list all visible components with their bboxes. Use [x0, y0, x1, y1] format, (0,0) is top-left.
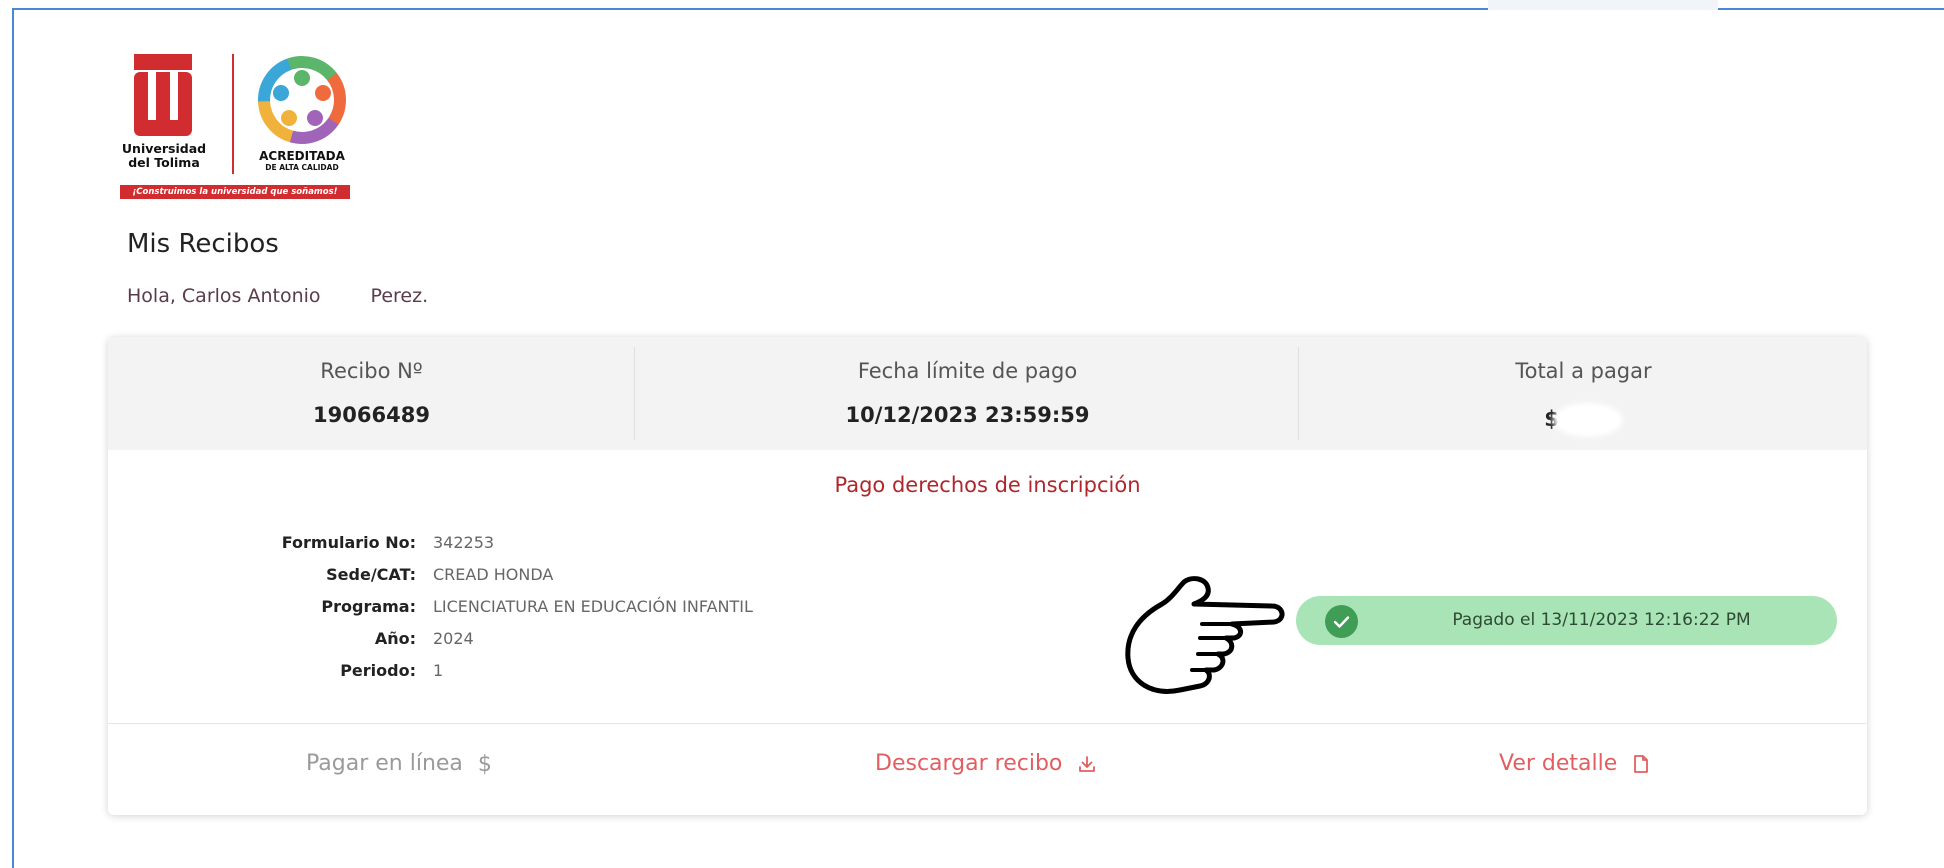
detail-label: Formulario No: — [281, 533, 416, 552]
logo-accreditation-text: ACREDITADA DE ALTA CALIDAD — [259, 149, 345, 173]
total-label: Total a pagar — [1515, 359, 1652, 383]
detail-row: Periodo: 1 — [258, 661, 858, 693]
logo-slogan: ¡Construimos la universidad que soñamos! — [120, 185, 350, 199]
logo-divider — [232, 54, 234, 174]
detail-value: CREAD HONDA — [433, 565, 554, 584]
pay-online-button[interactable]: Pagar en línea $ — [306, 751, 492, 777]
download-receipt-button[interactable]: Descargar recibo — [875, 751, 1097, 776]
paid-status-badge: Pagado el 13/11/2023 12:16:22 PM — [1296, 596, 1837, 645]
receipt-concept: Pago derechos de inscripción — [834, 473, 1141, 497]
receipt-card: Recibo Nº 19066489 Fecha límite de pago … — [108, 337, 1867, 815]
page-title: Mis Recibos — [127, 229, 279, 259]
document-icon — [1634, 755, 1649, 773]
redacted-amount — [1552, 403, 1623, 437]
detail-row: Programa: LICENCIATURA EN EDUCACIÓN INFA… — [258, 597, 858, 629]
detail-row: Sede/CAT: CREAD HONDA — [258, 565, 858, 597]
total-col: Total a pagar $ — [1300, 337, 1867, 450]
greeting: Hola, Carlos Antonio Perez. — [127, 285, 428, 307]
header-divider — [1298, 347, 1299, 440]
dollar-icon: $ — [477, 751, 492, 777]
detail-row: Año: 2024 — [258, 629, 858, 661]
view-detail-label: Ver detalle — [1499, 751, 1618, 776]
due-date-col: Fecha límite de pago 10/12/2023 23:59:59 — [635, 337, 1300, 450]
detail-label: Sede/CAT: — [326, 565, 416, 584]
top-tab — [1488, 0, 1718, 10]
download-label: Descargar recibo — [875, 751, 1063, 776]
greeting-first: Hola, Carlos Antonio — [127, 285, 321, 307]
receipt-number-label: Recibo Nº — [320, 359, 423, 383]
pointing-hand-icon — [1125, 576, 1285, 694]
receipt-number: 19066489 — [313, 403, 430, 427]
detail-label: Año: — [374, 629, 416, 648]
receipt-details: Formulario No: 342253 Sede/CAT: CREAD HO… — [258, 533, 858, 693]
paid-status-text: Pagado el 13/11/2023 12:16:22 PM — [1452, 610, 1751, 630]
accreditation-circle-icon — [258, 56, 347, 145]
pay-online-label: Pagar en línea — [306, 751, 463, 776]
footer-divider — [108, 723, 1867, 724]
logo-university-name: Universidad del Tolima — [121, 141, 207, 170]
detail-value: 2024 — [433, 629, 474, 648]
detail-row: Formulario No: 342253 — [258, 533, 858, 565]
due-date-label: Fecha límite de pago — [857, 359, 1078, 383]
view-detail-button[interactable]: Ver detalle — [1499, 751, 1650, 776]
detail-value: 342253 — [433, 533, 495, 552]
ut-emblem-icon — [134, 54, 192, 136]
receipt-number-col: Recibo Nº 19066489 — [108, 337, 635, 450]
greeting-last: Perez. — [370, 285, 429, 307]
total-amount: $ — [1300, 403, 1867, 437]
due-date: 10/12/2023 23:59:59 — [845, 403, 1090, 427]
detail-label: Periodo: — [340, 661, 416, 680]
detail-value: 1 — [433, 661, 444, 680]
detail-label: Programa: — [321, 597, 416, 616]
detail-value: LICENCIATURA EN EDUCACIÓN INFANTIL — [433, 597, 753, 616]
check-circle-icon — [1325, 605, 1358, 638]
download-icon — [1079, 756, 1096, 772]
receipt-header: Recibo Nº 19066489 Fecha límite de pago … — [108, 337, 1867, 450]
university-logo: Universidad del Tolima ACREDITADA DE ALT… — [120, 52, 352, 202]
